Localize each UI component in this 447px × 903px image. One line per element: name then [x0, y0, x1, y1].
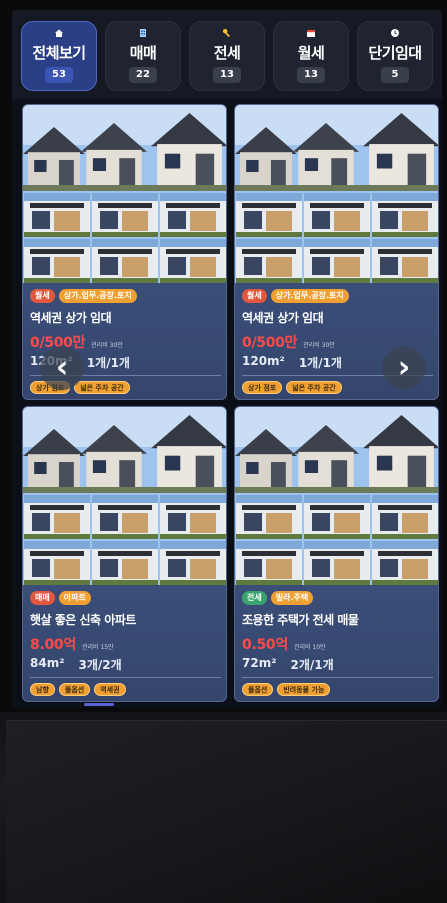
kiosk-stand: [6, 720, 447, 903]
property-photo: [235, 407, 438, 585]
category-badge: 아파트: [58, 591, 91, 605]
area: 72m²: [242, 656, 277, 670]
listing-info: 매매 아파트 햇살 좋은 신축 아파트 8.00억 관리비 15만 84m² 3…: [23, 585, 226, 701]
listing-card[interactable]: 전세 빌라.주택 조용한 주택가 전세 매물 0.50억 관리비 10만 72m…: [234, 406, 439, 702]
listing-price: 0.50억: [242, 637, 288, 653]
feature-tag: 상가 점포: [242, 381, 283, 394]
listing-title: 역세권 상가 임대: [30, 311, 112, 325]
listing-card[interactable]: 매매 아파트 햇살 좋은 신축 아파트 8.00억 관리비 15만 84m² 3…: [22, 406, 227, 702]
divider: [242, 677, 433, 678]
device-frame: 전체보기 53 매매 22 전세 13 월세 13 단기임대 5 월세 상가.업…: [0, 0, 447, 903]
feature-tag: 풀옵션: [58, 683, 91, 696]
tab-label: 매매: [129, 44, 157, 62]
rooms-baths: 2개/1개: [290, 658, 334, 672]
deal-type-badge: 매매: [30, 591, 55, 605]
kiosk-screen: 전체보기 53 매매 22 전세 13 월세 13 단기임대 5 월세 상가.업…: [12, 10, 442, 708]
tab-short-term[interactable]: 단기임대 5: [357, 21, 433, 91]
listing-title: 조용한 주택가 전세 매물: [242, 613, 359, 627]
tab-count-badge: 13: [213, 67, 241, 83]
category-badge: 상가.업무.공장.토지: [58, 289, 137, 303]
prev-page-button[interactable]: ‹: [40, 346, 84, 390]
maintenance-fee: 관리비 15만: [81, 644, 114, 651]
tab-label: 월세: [297, 44, 325, 62]
tab-count-badge: 13: [297, 67, 325, 83]
listing-title: 햇살 좋은 신축 아파트: [30, 613, 136, 627]
tab-count-badge: 53: [45, 67, 73, 83]
category-badge: 빌라.주택: [270, 591, 314, 605]
feature-tag: 반려동물 가능: [277, 683, 331, 696]
tab-label: 전체보기: [32, 44, 86, 62]
feature-tag: 역세권: [94, 683, 126, 696]
property-photo: [23, 105, 226, 283]
calendar-icon: [306, 28, 316, 38]
rooms-baths: 3개/2개: [78, 658, 122, 672]
home-icon: [54, 28, 64, 38]
building-icon: [138, 28, 148, 38]
feature-tag: 풀옵션: [242, 683, 274, 696]
feature-tag: 넓은 주차 공간: [286, 381, 342, 394]
category-badge: 상가.업무.공장.토지: [270, 289, 349, 303]
listing-title: 역세권 상가 임대: [242, 311, 324, 325]
maintenance-fee: 관리비 30만: [303, 342, 335, 349]
tab-monthly[interactable]: 월세 13: [273, 21, 349, 91]
tab-label: 단기임대: [368, 44, 422, 62]
property-photo: [23, 407, 226, 585]
tab-jeonse[interactable]: 전세 13: [189, 21, 265, 91]
tab-label: 전세: [213, 44, 241, 62]
tab-all[interactable]: 전체보기 53: [21, 21, 97, 91]
chevron-right-icon: ›: [397, 350, 411, 385]
tab-count-badge: 5: [381, 67, 409, 83]
listing-info: 전세 빌라.주택 조용한 주택가 전세 매물 0.50억 관리비 10만 72m…: [235, 585, 438, 701]
listing-price: 0/500만: [242, 335, 298, 351]
rooms-baths: 1개/1개: [86, 356, 130, 370]
rooms-baths: 1개/1개: [298, 356, 342, 370]
feature-tag: 남향: [30, 683, 55, 696]
area: 84m²: [30, 656, 65, 670]
property-photo: [235, 105, 438, 283]
clock-icon: [390, 28, 400, 38]
area: 120m²: [242, 354, 285, 368]
tab-count-badge: 22: [129, 67, 157, 83]
deal-type-badge: 월세: [30, 289, 55, 303]
deal-type-badge: 월세: [242, 289, 267, 303]
tab-sale[interactable]: 매매 22: [105, 21, 181, 91]
listing-price: 8.00억: [30, 637, 76, 653]
next-page-button[interactable]: ›: [382, 346, 426, 390]
category-tab-bar: 전체보기 53 매매 22 전세 13 월세 13 단기임대 5: [12, 10, 442, 98]
maintenance-fee: 관리비 10만: [293, 644, 326, 651]
maintenance-fee: 관리비 30만: [91, 342, 123, 349]
listing-grid: 월세 상가.업무.공장.토지 역세권 상가 임대 0/500만 관리비 30만 …: [12, 100, 442, 708]
key-icon: [222, 28, 232, 38]
page-indicator: [84, 703, 114, 706]
divider: [30, 677, 221, 678]
deal-type-badge: 전세: [242, 591, 267, 605]
feature-tag: 넓은 주차 공간: [74, 381, 130, 394]
chevron-left-icon: ‹: [55, 350, 69, 385]
